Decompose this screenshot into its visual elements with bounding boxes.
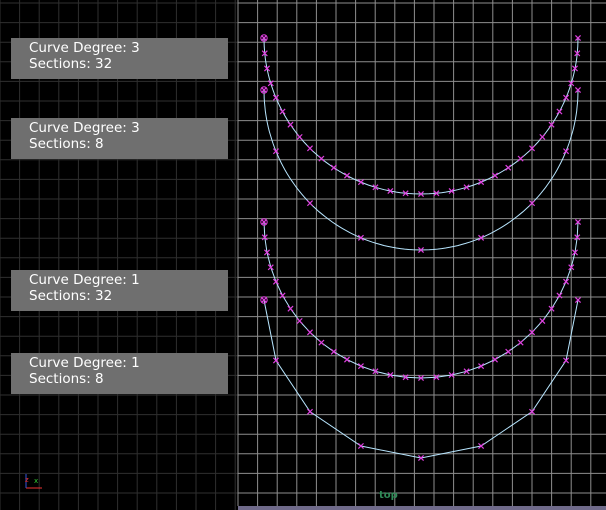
label-sections-text: Sections: 32 (29, 288, 113, 304)
control-vertex (505, 348, 512, 355)
control-vertex (318, 339, 325, 346)
control-vertex (306, 408, 314, 415)
control-vertex (563, 278, 570, 285)
control-vertex (478, 179, 485, 186)
control-vertex (306, 329, 314, 336)
label-sections-text: Sections: 8 (29, 371, 104, 387)
control-vertex (563, 94, 570, 101)
control-vertex (463, 184, 470, 191)
control-vertex (517, 155, 524, 162)
control-vertex (505, 164, 512, 171)
control-vertex (539, 317, 546, 324)
control-vertex (279, 108, 286, 115)
curve-degree3-sections8 (263, 89, 579, 251)
control-vertex (556, 108, 563, 115)
view-name-label: top (379, 490, 398, 501)
svg-text:z: z (25, 476, 29, 484)
label-sections-text: Sections: 8 (29, 136, 104, 152)
label-sections-text: Sections: 32 (29, 56, 113, 72)
control-vertex (272, 94, 279, 101)
control-vertex (343, 172, 351, 179)
control-vertex (296, 317, 303, 324)
control-vertex (318, 155, 325, 162)
control-vertex (478, 363, 485, 370)
grid-major (237, 0, 606, 506)
viewport-top[interactable]: z x Curve Degree: 3 Sections: 32 Curve D… (0, 0, 606, 510)
label-degree1-sections32: Curve Degree: 1 Sections: 32 (11, 270, 228, 311)
control-vertex (563, 148, 570, 155)
label-degree-text: Curve Degree: 1 (29, 355, 140, 371)
control-vertex (306, 145, 314, 152)
curves (260, 34, 582, 462)
label-degree-text: Curve Degree: 3 (29, 120, 140, 136)
control-vertex (296, 133, 303, 140)
control-vertex (272, 148, 279, 155)
control-vertex (357, 179, 364, 186)
label-degree1-sections8: Curve Degree: 1 Sections: 8 (11, 353, 228, 394)
label-degree3-sections8: Curve Degree: 3 Sections: 8 (11, 118, 228, 159)
control-vertex (517, 339, 524, 346)
control-vertex (272, 278, 279, 285)
control-vertex (287, 305, 294, 312)
control-vertex (539, 133, 546, 140)
label-degree3-sections32: Curve Degree: 3 Sections: 32 (11, 38, 228, 79)
control-vertex (306, 200, 314, 207)
label-degree-text: Curve Degree: 3 (29, 40, 140, 56)
svg-text:x: x (34, 477, 38, 485)
control-vertex (287, 121, 294, 128)
curve-degree1-sections32 (263, 221, 579, 379)
viewport-bottom-strip (238, 506, 606, 510)
control-vertex (357, 363, 364, 370)
label-degree-text: Curve Degree: 1 (29, 272, 140, 288)
control-vertex (343, 356, 351, 363)
